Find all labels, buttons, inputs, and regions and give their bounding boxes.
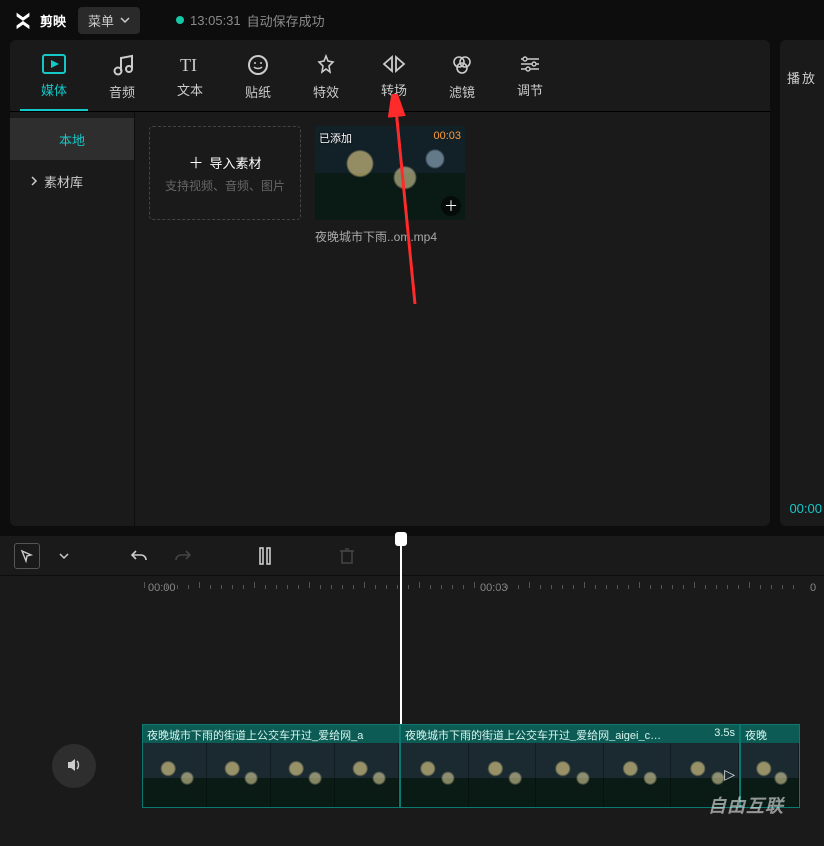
timeline-clip[interactable]: 夜晚城市下雨的街道上公交车开过_爱给网_aigei_com.mp4 3.5s ▷: [400, 724, 740, 808]
timeline-tracks[interactable]: 夜晚城市下雨的街道上公交车开过_爱给网_a 夜晚城市下雨的街道上公交车开过_爱给…: [0, 604, 824, 824]
pointer-tool-button[interactable]: [14, 543, 40, 569]
tab-sticker[interactable]: 贴纸: [224, 48, 292, 111]
redo-button: [170, 543, 196, 569]
preview-panel: 播放 00:00: [780, 40, 824, 526]
media-clip[interactable]: 已添加 00:03 ＋ 夜晚城市下雨..om.mp4: [315, 126, 465, 245]
undo-button[interactable]: [126, 543, 152, 569]
media-icon: [42, 54, 66, 74]
tab-transition[interactable]: 转场: [360, 48, 428, 111]
svg-text:TI: TI: [180, 55, 197, 74]
adjust-icon: [518, 54, 542, 74]
tab-effect[interactable]: 特效: [292, 48, 360, 111]
menu-label: 菜单: [88, 11, 114, 30]
clip-thumbnail: 已添加 00:03 ＋: [315, 126, 465, 220]
tab-text[interactable]: TI 文本: [156, 48, 224, 111]
autosave-text: 自动保存成功: [247, 11, 325, 30]
tab-label: 贴纸: [245, 82, 271, 101]
track-mute-button[interactable]: [52, 744, 96, 788]
add-clip-icon[interactable]: ＋: [441, 196, 461, 216]
delete-button: [334, 543, 360, 569]
clip-title: 夜晚: [745, 727, 767, 741]
timeline-clip[interactable]: 夜晚: [740, 724, 800, 808]
import-title: 导入素材: [210, 153, 262, 172]
audio-icon: [110, 54, 134, 76]
tab-label: 特效: [313, 82, 339, 101]
clip-title: 夜晚城市下雨的街道上公交车开过_爱给网_a: [147, 727, 363, 741]
menu-dropdown[interactable]: 菜单: [78, 7, 140, 34]
clip-duration: 3.5s: [714, 727, 735, 741]
sidebar-item-label: 本地: [59, 130, 85, 149]
app-logo: 剪映: [12, 9, 66, 31]
tab-label: 媒体: [41, 80, 67, 99]
timeline-toolbar: [0, 536, 824, 576]
autosave-status: 13:05:31 自动保存成功: [176, 11, 325, 30]
chevron-down-icon[interactable]: [58, 543, 70, 569]
preview-current-time: 00:00: [789, 501, 822, 516]
autosave-dot-icon: [176, 16, 184, 24]
playhead-handle[interactable]: [395, 532, 407, 546]
transition-icon: [382, 54, 406, 74]
tab-label: 滤镜: [449, 82, 475, 101]
sidebar-item-label: 素材库: [44, 172, 83, 191]
library-panel: 媒体 音频 TI 文本 贴纸: [10, 40, 770, 526]
app-logo-icon: [12, 9, 34, 31]
ruler-label: 00:00: [148, 582, 176, 594]
library-sidebar: 本地 素材库: [10, 112, 135, 526]
autosave-time: 13:05:31: [190, 13, 241, 28]
tabs-row: 媒体 音频 TI 文本 贴纸: [10, 40, 770, 112]
tab-label: 音频: [109, 82, 135, 101]
clip-title: 夜晚城市下雨的街道上公交车开过_爱给网_aigei_com.mp4: [405, 727, 665, 741]
sidebar-item-library[interactable]: 素材库: [10, 160, 134, 202]
tab-label: 文本: [177, 80, 203, 99]
clip-duration-badge: 00:03: [433, 130, 461, 142]
tab-label: 调节: [517, 80, 543, 99]
tab-adjust[interactable]: 调节: [496, 48, 564, 111]
titlebar: 剪映 菜单 13:05:31 自动保存成功: [0, 0, 824, 40]
clip-added-badge: 已添加: [319, 130, 352, 146]
chevron-down-icon: [120, 13, 130, 28]
effect-icon: [315, 54, 337, 76]
timeline-ruler[interactable]: 00:00 00:03 0: [140, 576, 824, 604]
app-name: 剪映: [40, 11, 66, 30]
timeline-panel: 00:00 00:03 0 夜晚城市下雨的街道上公交车开过_爱给网_a 夜: [0, 536, 824, 846]
speaker-icon: [65, 756, 83, 777]
tab-media[interactable]: 媒体: [20, 48, 88, 111]
plus-icon: ＋: [188, 152, 203, 173]
timeline-clip[interactable]: 夜晚城市下雨的街道上公交车开过_爱给网_a: [142, 724, 400, 808]
play-overlay-icon: ▷: [724, 766, 735, 783]
chevron-right-icon: [30, 174, 38, 189]
filter-icon: [450, 54, 474, 76]
tab-label: 转场: [381, 80, 407, 99]
clip-filename: 夜晚城市下雨..om.mp4: [315, 228, 465, 245]
split-button[interactable]: [252, 543, 278, 569]
sidebar-item-local[interactable]: 本地: [10, 118, 134, 160]
text-icon: TI: [178, 54, 202, 74]
sticker-icon: [247, 54, 269, 76]
ruler-label-end: 0: [810, 582, 816, 594]
tab-audio[interactable]: 音频: [88, 48, 156, 111]
preview-label: 播放: [787, 68, 817, 87]
import-button[interactable]: ＋ 导入素材 支持视频、音频、图片: [149, 126, 301, 220]
tab-filter[interactable]: 滤镜: [428, 48, 496, 111]
library-content: ＋ 导入素材 支持视频、音频、图片 已添加 00:03 ＋ 夜晚城市下雨..om…: [135, 112, 770, 526]
import-subtitle: 支持视频、音频、图片: [165, 177, 285, 194]
video-track[interactable]: 夜晚城市下雨的街道上公交车开过_爱给网_a 夜晚城市下雨的街道上公交车开过_爱给…: [142, 724, 800, 808]
